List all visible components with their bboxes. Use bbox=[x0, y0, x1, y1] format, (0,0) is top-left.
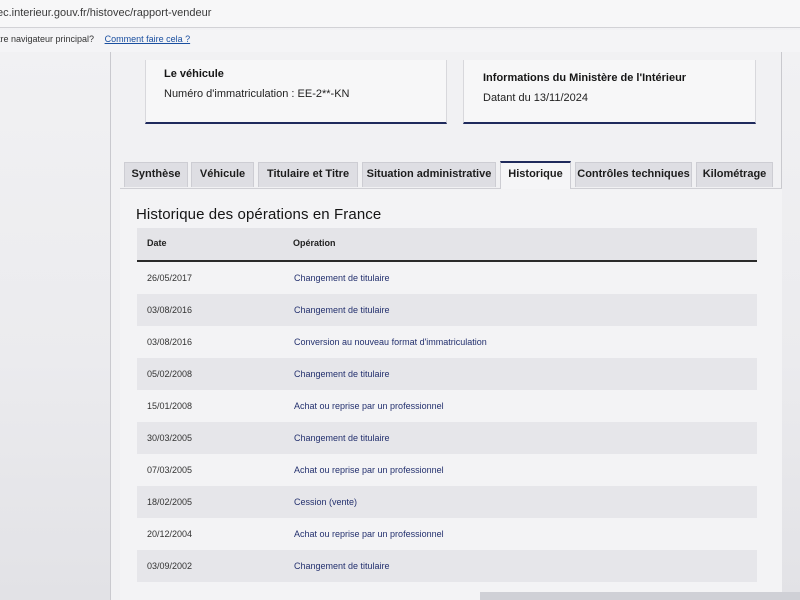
row-date: 30/03/2005 bbox=[147, 433, 193, 443]
row-operation: Achat ou reprise par un professionnel bbox=[294, 465, 444, 475]
tab-label: Situation administrative bbox=[366, 168, 492, 180]
vehicle-card-title: Le véhicule bbox=[164, 68, 224, 80]
history-table-header: Date Opération bbox=[137, 228, 757, 262]
table-row: 18/02/2005 Cession (vente) bbox=[137, 486, 757, 518]
ministry-card-title: Informations du Ministère de l'Intérieur bbox=[483, 72, 687, 84]
tab-label: Kilométrage bbox=[702, 168, 767, 180]
tab-synthese[interactable]: Synthèse bbox=[124, 162, 188, 187]
row-date: 20/12/2004 bbox=[147, 529, 193, 539]
table-row: 26/05/2017 Changement de titulaire bbox=[137, 262, 757, 294]
row-date: 07/03/2005 bbox=[147, 465, 193, 475]
report-date: Datant du 13/11/2024 bbox=[483, 92, 588, 104]
row-operation: Cession (vente) bbox=[294, 497, 358, 507]
table-row: 03/08/2016 Changement de titulaire bbox=[137, 294, 757, 326]
table-row: 15/01/2008 Achat ou reprise par un profe… bbox=[137, 390, 757, 422]
tab-label: Contrôles techniques bbox=[577, 168, 690, 180]
address-bar[interactable]: ec.interieur.gouv.fr/histovec/rapport-ve… bbox=[0, 0, 800, 28]
info-bar-link[interactable]: Comment faire cela ? bbox=[105, 34, 191, 44]
row-operation: Changement de titulaire bbox=[294, 369, 390, 379]
history-title: Historique des opérations en France bbox=[136, 206, 382, 223]
column-header-date: Date bbox=[147, 238, 167, 248]
column-header-operation: Opération bbox=[293, 238, 336, 248]
tab-vehicule[interactable]: Véhicule bbox=[191, 162, 254, 187]
tab-titulaire-et-titre[interactable]: Titulaire et Titre bbox=[258, 162, 358, 187]
row-operation: Changement de titulaire bbox=[294, 433, 390, 443]
row-operation: Conversion au nouveau format d'immatricu… bbox=[294, 337, 487, 347]
table-row: 03/08/2016 Conversion au nouveau format … bbox=[137, 326, 757, 358]
table-row: 03/09/2002 Changement de titulaire bbox=[137, 550, 757, 582]
row-date: 18/02/2005 bbox=[147, 497, 193, 507]
tab-controles-techniques[interactable]: Contrôles techniques bbox=[575, 162, 692, 187]
browser-info-bar: tre navigateur principal? Comment faire … bbox=[0, 30, 800, 52]
taskbar-edge bbox=[480, 592, 800, 600]
registration-number: Numéro d'immatriculation : EE-2**-KN bbox=[164, 88, 350, 100]
row-date: 05/02/2008 bbox=[147, 369, 193, 379]
tab-label: Synthèse bbox=[131, 168, 181, 180]
row-operation: Achat ou reprise par un professionnel bbox=[294, 401, 444, 411]
info-bar-message: tre navigateur principal? bbox=[0, 34, 95, 44]
row-date: 26/05/2017 bbox=[147, 273, 193, 283]
tab-label: Véhicule bbox=[199, 168, 246, 180]
vehicle-card: Le véhicule Numéro d'immatriculation : E… bbox=[145, 60, 447, 124]
tab-historique[interactable]: Historique bbox=[500, 161, 571, 189]
history-table-body: 26/05/2017 Changement de titulaire 03/08… bbox=[137, 262, 757, 582]
url-text: ec.interieur.gouv.fr/histovec/rapport-ve… bbox=[0, 7, 212, 19]
tab-kilometrage[interactable]: Kilométrage bbox=[696, 162, 773, 187]
table-row: 05/02/2008 Changement de titulaire bbox=[137, 358, 757, 390]
row-date: 03/09/2002 bbox=[147, 561, 193, 571]
tab-label: Historique bbox=[508, 168, 563, 180]
row-date: 15/01/2008 bbox=[147, 401, 193, 411]
screen: ec.interieur.gouv.fr/histovec/rapport-ve… bbox=[0, 0, 800, 600]
table-row: 30/03/2005 Changement de titulaire bbox=[137, 422, 757, 454]
table-row: 07/03/2005 Achat ou reprise par un profe… bbox=[137, 454, 757, 486]
ministry-card: Informations du Ministère de l'Intérieur… bbox=[463, 60, 756, 124]
row-operation: Changement de titulaire bbox=[294, 305, 390, 315]
table-row: 20/12/2004 Achat ou reprise par un profe… bbox=[137, 518, 757, 550]
row-operation: Changement de titulaire bbox=[294, 561, 390, 571]
tab-label: Titulaire et Titre bbox=[266, 168, 350, 180]
row-date: 03/08/2016 bbox=[147, 337, 193, 347]
row-date: 03/08/2016 bbox=[147, 305, 193, 315]
row-operation: Changement de titulaire bbox=[294, 273, 390, 283]
tab-situation-administrative[interactable]: Situation administrative bbox=[362, 162, 496, 187]
row-operation: Achat ou reprise par un professionnel bbox=[294, 529, 444, 539]
